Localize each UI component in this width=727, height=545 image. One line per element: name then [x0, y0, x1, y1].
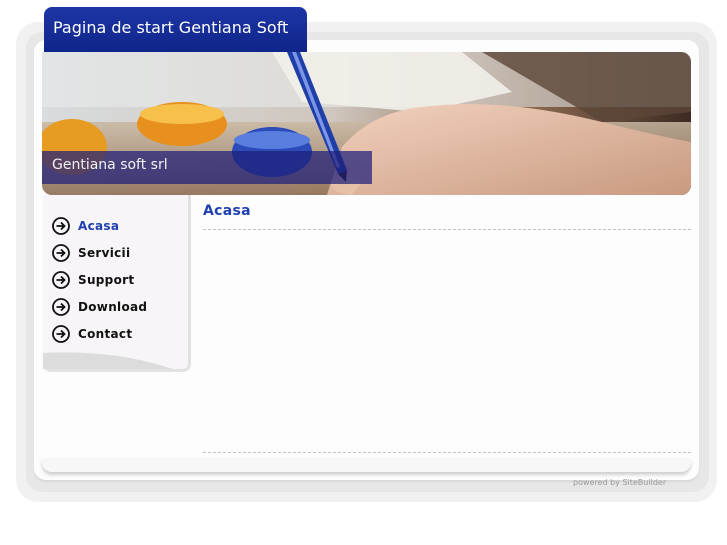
company-name-strip: Gentiana soft srl — [42, 151, 372, 184]
sidebar-nav: Acasa Servicii Support Download Contact — [43, 195, 191, 372]
site-title-tab: Pagina de start Gentiana Soft — [44, 7, 307, 55]
sidebar-item-label: Contact — [78, 327, 133, 341]
sidebar-item-label: Support — [78, 273, 135, 287]
arrow-circle-right-icon — [52, 325, 70, 343]
sidebar-item-label: Download — [78, 300, 148, 314]
site-title: Pagina de start Gentiana Soft — [53, 18, 289, 37]
content-bottom-bar — [42, 458, 691, 472]
arrow-circle-right-icon — [52, 217, 70, 235]
sidebar-bottom-swoosh — [43, 352, 173, 369]
sidebar-item-download[interactable]: Download — [52, 297, 147, 317]
header-banner: Gentiana soft srl — [42, 52, 691, 195]
arrow-circle-right-icon — [52, 298, 70, 316]
sidebar-item-acasa[interactable]: Acasa — [52, 216, 119, 236]
sidebar-item-label: Acasa — [78, 219, 120, 233]
sidebar-item-servicii[interactable]: Servicii — [52, 243, 130, 263]
page-title: Acasa — [203, 203, 251, 219]
powered-by-link[interactable]: powered by SiteBuilder — [573, 478, 666, 487]
sidebar-item-support[interactable]: Support — [52, 270, 134, 290]
content-divider-top — [203, 229, 691, 230]
content-divider-bottom — [203, 452, 691, 453]
arrow-circle-right-icon — [52, 244, 70, 262]
company-name: Gentiana soft srl — [52, 157, 168, 173]
sidebar-item-contact[interactable]: Contact — [52, 324, 132, 344]
arrow-circle-right-icon — [52, 271, 70, 289]
sidebar-item-label: Servicii — [78, 246, 131, 260]
